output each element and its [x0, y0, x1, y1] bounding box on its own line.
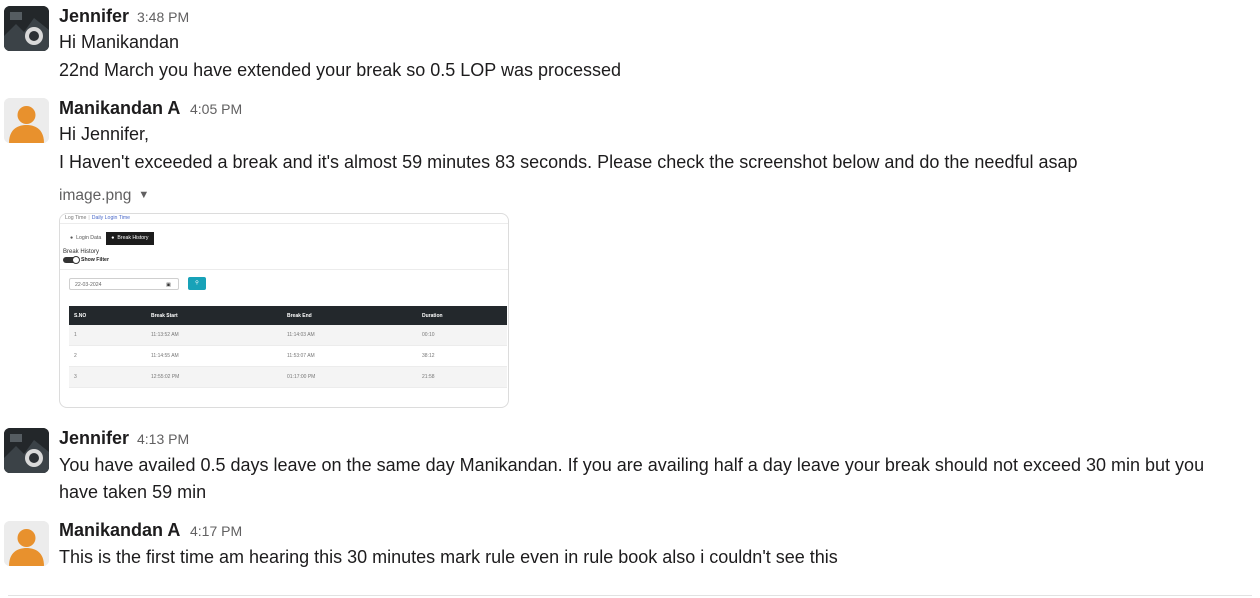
message-text: Hi Jennifer,: [59, 124, 150, 144]
default-user-icon: [4, 521, 49, 566]
message-text: You have availed 0.5 days leave on the s…: [59, 455, 1205, 475]
date-field: 22-03-2024 ▣: [69, 278, 179, 290]
timestamp[interactable]: 4:13 PM: [137, 428, 189, 450]
breadcrumb-item: Daily Login Time: [91, 215, 131, 221]
table-cell: 00:10: [417, 325, 507, 346]
table-cell: 11:14:55 AM: [146, 345, 282, 367]
timestamp[interactable]: 4:05 PM: [190, 98, 242, 120]
table-cell: 3: [69, 366, 146, 388]
tabs: ● Login Data ● Break History: [65, 232, 154, 245]
table-cell: 1: [69, 325, 146, 346]
table-cell: 11:53:07 AM: [282, 345, 417, 367]
tab-label: Login Data: [76, 235, 102, 241]
default-user-icon: [4, 98, 49, 143]
avatar[interactable]: [4, 6, 49, 51]
divider: [60, 223, 508, 224]
author-name[interactable]: Manikandan A: [59, 519, 180, 541]
chevron-down-icon[interactable]: ▼: [138, 184, 149, 206]
table-row: 3 12:55:02 PM 01:17:00 PM 21:58: [69, 366, 507, 388]
author-name[interactable]: Manikandan A: [59, 97, 180, 119]
author-name[interactable]: Jennifer: [59, 5, 129, 27]
tab-break-history: ● Break History: [106, 232, 154, 245]
column-header: Break Start: [146, 306, 282, 325]
column-header: Duration: [417, 306, 507, 325]
timestamp[interactable]: 4:17 PM: [190, 520, 242, 542]
column-header: S.NO: [69, 306, 146, 325]
breadcrumb-item: Log Time: [65, 215, 87, 221]
table-cell: 2: [69, 345, 146, 367]
toggle-label: Show Filter: [81, 257, 109, 263]
table-cell: 11:13:52 AM: [146, 325, 282, 346]
filter-toggle: [63, 256, 80, 264]
table-cell: 01:17:00 PM: [282, 366, 417, 388]
date-value: 22-03-2024: [75, 282, 102, 288]
tab-login-data: ● Login Data: [65, 232, 106, 245]
table-row: 2 11:14:55 AM 11:53:07 AM 38:12: [69, 345, 507, 367]
avatar[interactable]: [4, 98, 49, 143]
tab-label: Break History: [117, 235, 149, 241]
breadcrumb: Log Time | Daily Login Time: [65, 215, 131, 221]
attachment-filename[interactable]: image.png ▼: [59, 184, 149, 207]
table-cell: 21:58: [417, 366, 507, 388]
message-text: I Haven't exceeded a break and it's almo…: [59, 152, 1078, 172]
table-cell: 38:12: [417, 345, 507, 367]
divider: [8, 595, 1252, 596]
message-text: 22nd March you have extended your break …: [59, 60, 622, 80]
avatar-photo-icon: [4, 428, 49, 473]
table-row: 1 11:13:52 AM 11:14:03 AM 00:10: [69, 325, 507, 346]
search-icon: ⚲: [195, 280, 199, 286]
message-text: Hi Manikandan: [59, 32, 180, 52]
break-table: S.NO Break Start Break End Duration 1 11…: [69, 306, 507, 388]
avatar[interactable]: [4, 428, 49, 473]
table-cell: 12:55:02 PM: [146, 366, 282, 388]
timestamp[interactable]: 3:48 PM: [137, 6, 189, 28]
avatar[interactable]: [4, 521, 49, 566]
search-button: ⚲: [188, 277, 206, 290]
table-cell: 11:14:03 AM: [282, 325, 417, 346]
user-icon: ●: [70, 235, 74, 241]
divider: [60, 269, 508, 270]
users-icon: ●: [111, 235, 115, 241]
calendar-icon: ▣: [166, 282, 171, 288]
section-title: Break History: [63, 249, 100, 255]
avatar-photo-icon: [4, 6, 49, 51]
author-name[interactable]: Jennifer: [59, 427, 129, 449]
attachment-image[interactable]: Log Time | Daily Login Time ● Login Data ● B…: [59, 213, 509, 408]
message-text: have taken 59 min: [59, 482, 207, 502]
attachment-filename-text: image.png: [59, 187, 132, 204]
column-header: Break End: [282, 306, 417, 325]
message-text: This is the first time am hearing this 3…: [59, 547, 838, 567]
